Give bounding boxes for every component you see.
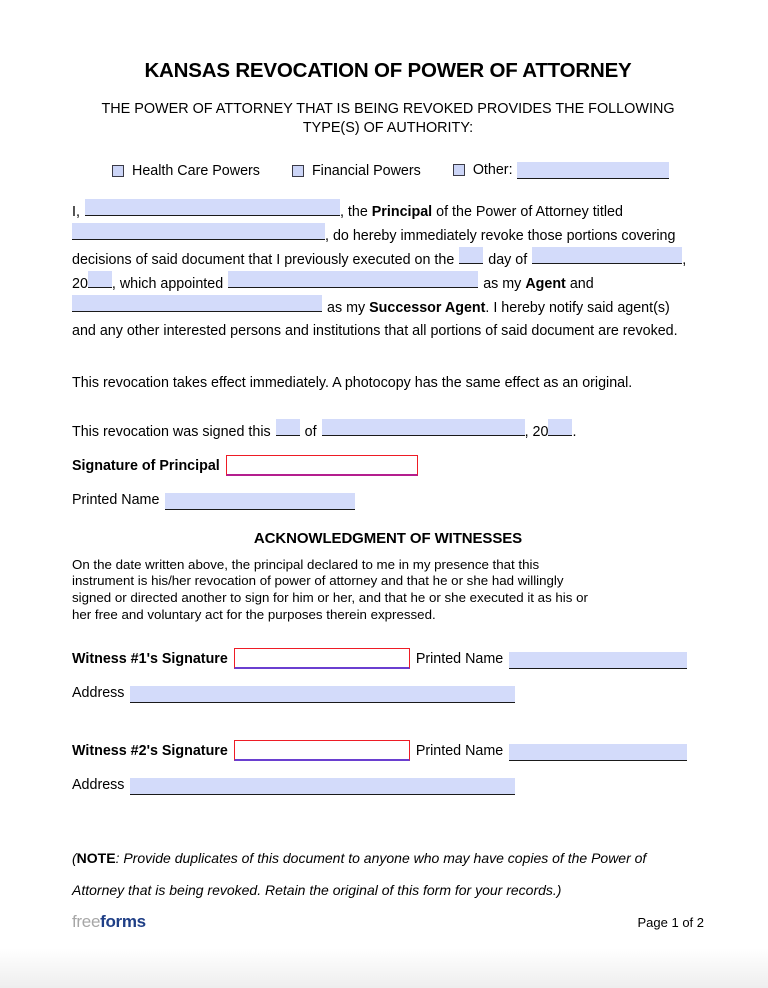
ack-line-2: instrument is his/her revocation of powe… <box>72 573 564 589</box>
note-line-2: Attorney that is being revoked. Retain t… <box>72 881 562 898</box>
text-as-my-2: as my <box>327 299 366 316</box>
witness1-printed-name-input[interactable] <box>509 651 688 669</box>
revocation-body: I, , the Principal of the Power of Attor… <box>72 198 704 343</box>
execution-day-input[interactable] <box>459 246 484 264</box>
acknowledgment-heading: ACKNOWLEDGMENT OF WITNESSES <box>253 529 523 547</box>
checkbox-health-care-powers[interactable]: Health Care Powers <box>112 163 260 179</box>
text-agent-bold: Agent <box>525 275 566 292</box>
signed-year-input[interactable] <box>548 418 573 436</box>
revocation-effect-paragraph: This revocation takes effect immediately… <box>72 374 633 391</box>
body-line-6: and any other interested persons and ins… <box>72 322 678 339</box>
text-decisions-executed: decisions of said document that I previo… <box>72 251 455 268</box>
logo-text-forms: forms <box>100 912 146 931</box>
page-edge-shadow <box>0 948 768 988</box>
witness2-address-label: Address <box>72 776 125 793</box>
execution-month-input[interactable] <box>532 246 683 264</box>
ack-line-3: signed or directed another to sign for h… <box>72 590 588 606</box>
witness1-signature-label: Witness #1's Signature <box>72 650 228 667</box>
ack-line-4: her free and voluntary act for the purpo… <box>72 606 436 622</box>
checkbox-label-other: Other: <box>472 162 513 179</box>
note-block: (NOTE: Provide duplicates of this docume… <box>72 842 704 906</box>
body-line-4: 20 , which appointed as my Agent and <box>72 270 704 295</box>
document-page: KANSAS REVOCATION OF POWER OF ATTORNEY T… <box>0 0 768 988</box>
freeforms-logo: freeforms <box>72 912 146 932</box>
signed-day-input[interactable] <box>275 418 300 436</box>
subtitle-line-2: TYPE(S) OF AUTHORITY: <box>302 119 474 136</box>
body-line-2: , do hereby immediately revoke those por… <box>72 222 704 247</box>
witness1-address-label: Address <box>72 684 125 701</box>
body-line-3: decisions of said document that I previo… <box>72 246 704 271</box>
text-20-prefix: 20 <box>72 275 88 292</box>
text-i: I, <box>72 203 80 220</box>
text-as-my-1: as my <box>483 275 522 292</box>
text-which-appointed: , which appointed <box>111 275 224 292</box>
agent-name-input[interactable] <box>228 270 479 288</box>
witness2-printed-name-input[interactable] <box>509 743 688 761</box>
authority-type-checkbox-row: Health Care Powers Financial Powers Othe… <box>72 161 704 179</box>
other-authority-input[interactable] <box>516 161 669 179</box>
witness1-address-input[interactable] <box>130 685 516 703</box>
text-successor-agent-bold: Successor Agent <box>369 299 486 316</box>
successor-agent-input[interactable] <box>72 294 322 312</box>
acknowledgment-paragraph: On the date written above, the principal… <box>72 557 704 624</box>
text-principal-bold: Principal <box>371 203 433 220</box>
witness2-signature-label: Witness #2's Signature <box>72 742 228 759</box>
witness1-address-row: Address <box>72 683 704 703</box>
checkbox-label-financial: Financial Powers <box>311 162 421 179</box>
checkbox-other[interactable]: Other: <box>452 161 669 179</box>
document-content: KANSAS REVOCATION OF POWER OF ATTORNEY T… <box>72 0 704 906</box>
signed-month-input[interactable] <box>321 418 525 436</box>
witness2-printed-name-label: Printed Name <box>415 742 504 759</box>
logo-text-free: free <box>72 912 101 931</box>
principal-printed-name-row: Printed Name <box>72 490 704 510</box>
text-comma-1: , <box>682 251 687 268</box>
document-subtitle: THE POWER OF ATTORNEY THAT IS BEING REVO… <box>72 100 704 138</box>
text-revoke-portions: , do hereby immediately revoke those por… <box>325 227 676 244</box>
page-footer: freeforms Page 1 of 2 <box>72 912 704 932</box>
execution-year-input[interactable] <box>87 270 112 288</box>
body-line-1: I, , the Principal of the Power of Attor… <box>72 198 704 223</box>
note-line-1: : Provide duplicates of this document to… <box>115 849 647 866</box>
page-number: Page 1 of 2 <box>637 914 705 930</box>
principal-signature-row: Signature of Principal <box>72 454 704 476</box>
text-notify-agents: . I hereby notify said agent(s) <box>485 299 670 316</box>
witness2-address-input[interactable] <box>130 777 516 795</box>
checkbox-icon[interactable] <box>291 164 304 177</box>
page-title: KANSAS REVOCATION OF POWER OF ATTORNEY <box>144 59 632 82</box>
signed-date-line: This revocation was signed this of , 20 … <box>72 418 704 443</box>
text-comma-20: , 20 <box>524 423 549 440</box>
principal-name-input[interactable] <box>84 198 340 216</box>
signature-of-principal-label: Signature of Principal <box>72 457 220 474</box>
text-day-of: day of <box>488 251 528 268</box>
text-and: and <box>569 275 594 292</box>
witness2-signature-input[interactable] <box>233 739 410 761</box>
subtitle-line-1: THE POWER OF ATTORNEY THAT IS BEING REVO… <box>101 100 675 117</box>
text-the: , the <box>339 203 368 220</box>
ack-line-1: On the date written above, the principal… <box>72 556 540 572</box>
checkbox-icon[interactable] <box>112 164 124 177</box>
witness2-address-row: Address <box>72 775 704 795</box>
text-of: of <box>304 423 317 440</box>
text-signed-this: This revocation was signed this <box>72 423 271 440</box>
checkbox-icon[interactable] <box>452 164 465 177</box>
checkbox-financial-powers[interactable]: Financial Powers <box>291 162 421 179</box>
principal-signature-input[interactable] <box>225 454 418 476</box>
text-period: . <box>572 423 577 440</box>
body-line-5: as my Successor Agent . I hereby notify … <box>72 294 704 319</box>
poa-title-input[interactable] <box>72 222 325 240</box>
principal-printed-name-input[interactable] <box>165 492 356 510</box>
printed-name-label: Printed Name <box>72 491 160 508</box>
note-label: NOTE <box>76 849 116 866</box>
checkbox-label-health-care: Health Care Powers <box>132 162 260 179</box>
text-poa-titled: of the Power of Attorney titled <box>436 203 623 220</box>
witness1-printed-name-label: Printed Name <box>415 650 504 667</box>
witness1-signature-input[interactable] <box>233 647 410 669</box>
witness1-signature-row: Witness #1's Signature Printed Name <box>72 647 704 669</box>
witness2-signature-row: Witness #2's Signature Printed Name <box>72 739 704 761</box>
